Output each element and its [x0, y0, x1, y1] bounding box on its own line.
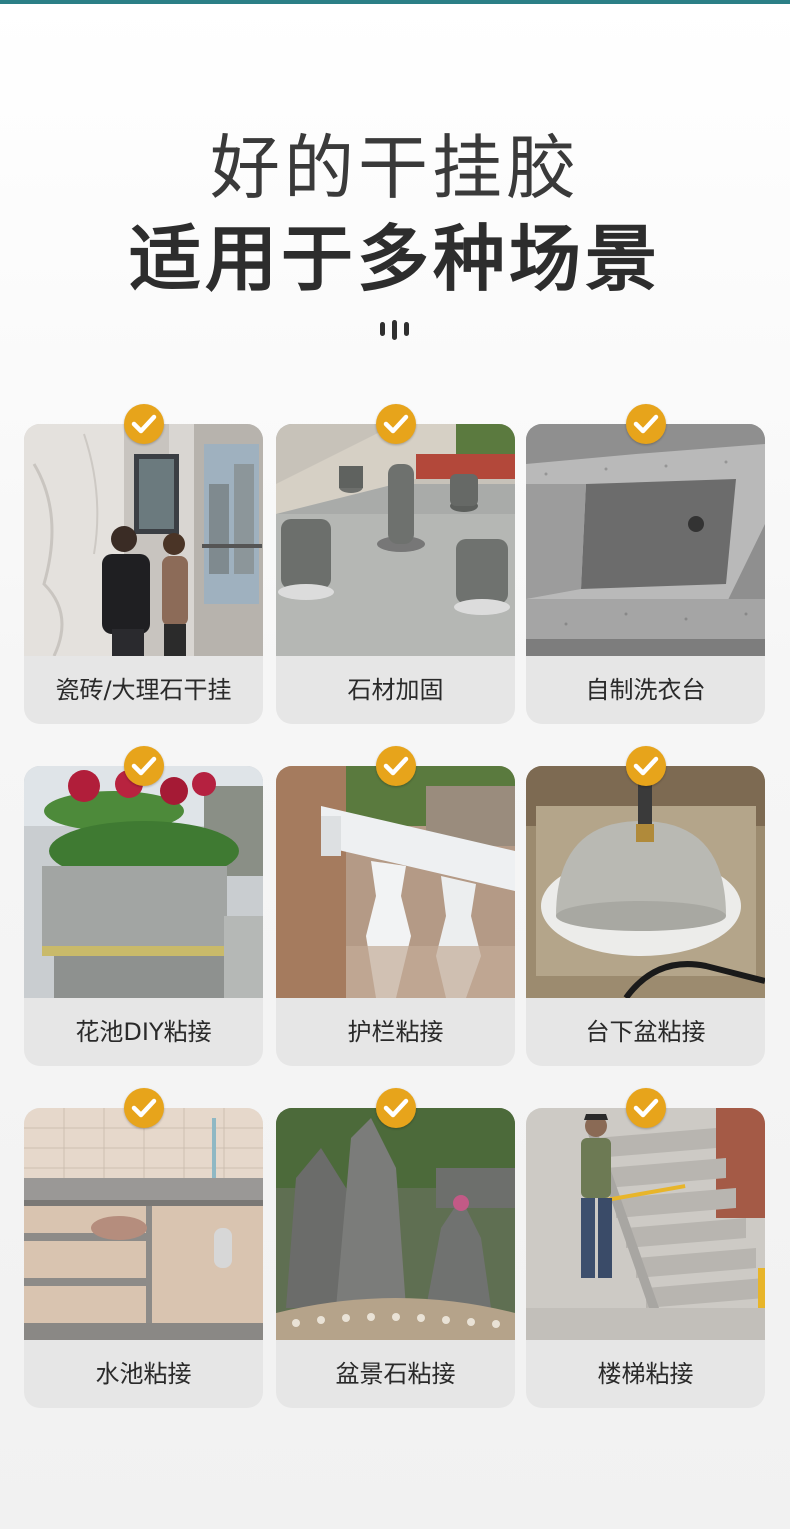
scene-label: 石材加固: [347, 676, 444, 704]
scene-label: 盆景石粘接: [335, 1360, 456, 1388]
scene-card-balustrade[interactable]: 护栏粘接: [276, 766, 515, 1066]
scene-photo-undermount-basin: [526, 766, 765, 998]
scene-label: 瓷砖/大理石干挂: [55, 676, 232, 704]
scene-photo-rockery: [276, 1108, 515, 1340]
scene-card-staircase[interactable]: 楼梯粘接: [526, 1108, 765, 1408]
scene-label: 楼梯粘接: [597, 1360, 694, 1388]
scene-label: 自制洗衣台: [585, 676, 706, 704]
scene-card-flower-planter[interactable]: 花池DIY粘接: [24, 766, 263, 1066]
scene-photo-balustrade: [276, 766, 515, 998]
scene-label: 水池粘接: [95, 1360, 192, 1388]
check-icon: [124, 1088, 164, 1128]
check-icon: [376, 404, 416, 444]
scene-photo-kitchen-sink: [24, 1108, 263, 1340]
scene-label: 护栏粘接: [347, 1018, 444, 1046]
check-icon: [626, 1088, 666, 1128]
top-accent-bar: [0, 0, 790, 4]
check-icon: [376, 1088, 416, 1128]
scene-label: 台下盆粘接: [585, 1018, 706, 1046]
divider-bars-icon: [378, 318, 412, 342]
scene-card-undermount-basin[interactable]: 台下盆粘接: [526, 766, 765, 1066]
scene-card-laundry-sink[interactable]: 自制洗衣台: [526, 424, 765, 724]
check-icon: [124, 404, 164, 444]
scene-photo-staircase: [526, 1108, 765, 1340]
scene-card-kitchen-sink[interactable]: 水池粘接: [24, 1108, 263, 1408]
headline-secondary: 适用于多种场景: [128, 217, 661, 301]
scene-label: 花池DIY粘接: [75, 1018, 212, 1046]
scene-card-rockery[interactable]: 盆景石粘接: [276, 1108, 515, 1408]
scene-photo-tile-marble: [24, 424, 263, 656]
check-icon: [124, 746, 164, 786]
check-icon: [376, 746, 416, 786]
headline-primary: 好的干挂胶: [210, 127, 580, 209]
scene-card-tile-marble[interactable]: 瓷砖/大理石干挂: [24, 424, 263, 724]
scene-photo-flower-planter: [24, 766, 263, 998]
check-icon: [626, 746, 666, 786]
scene-photo-laundry-sink: [526, 424, 765, 656]
scene-card-stone-reinforce[interactable]: 石材加固: [276, 424, 515, 724]
check-icon: [626, 404, 666, 444]
scene-photo-stone-reinforce: [276, 424, 515, 656]
